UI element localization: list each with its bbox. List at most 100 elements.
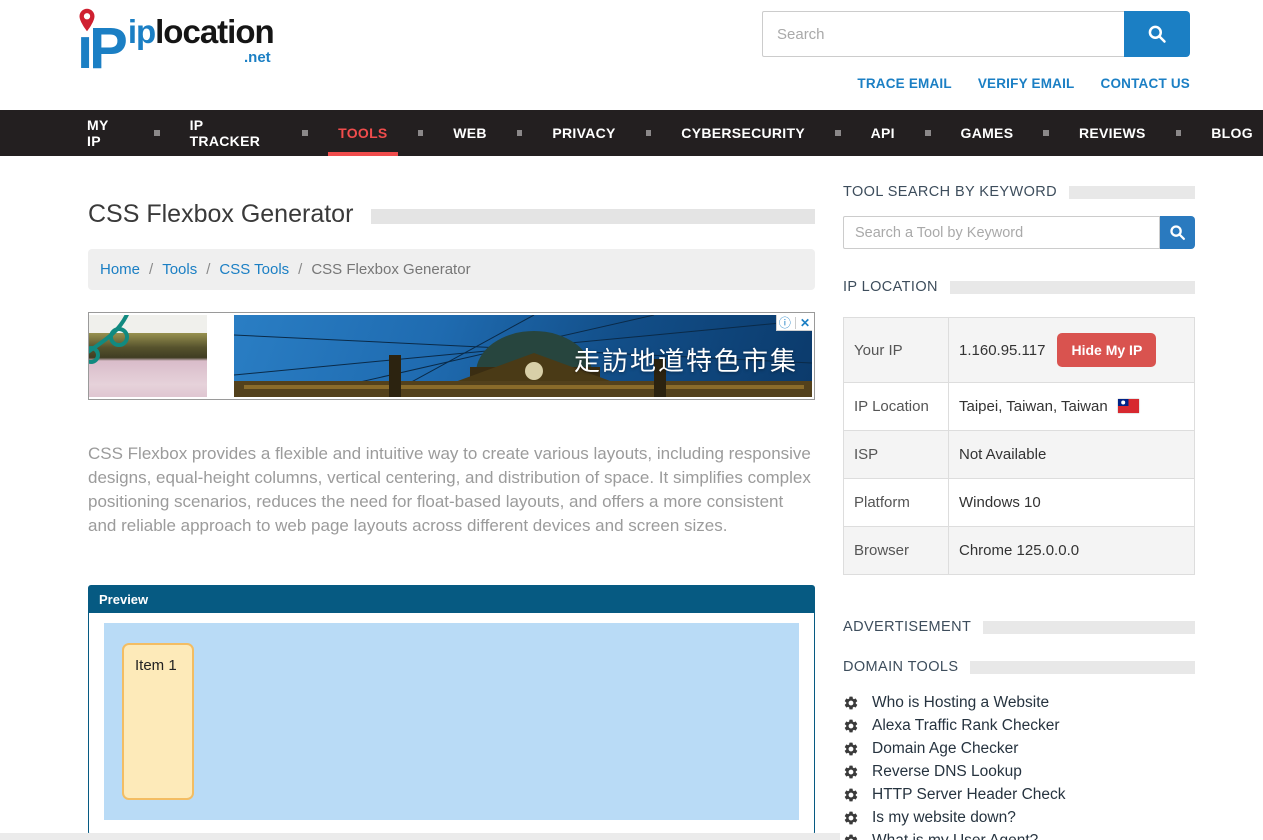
- table-row-platform: Platform Windows 10: [844, 479, 1195, 527]
- nav-separator: [925, 130, 931, 136]
- isp-value: Not Available: [949, 431, 1195, 479]
- nav-separator: [1176, 130, 1182, 136]
- nav-separator: [835, 130, 841, 136]
- map-pin-icon: [78, 8, 96, 32]
- intro-paragraph: CSS Flexbox provides a flexible and intu…: [88, 442, 815, 539]
- ad-route-graphic: [89, 315, 207, 397]
- ip-location-heading-text: IP LOCATION: [843, 279, 938, 295]
- breadcrumb-css-tools[interactable]: CSS Tools: [219, 261, 289, 278]
- adchoices-badge: ⓘ ✕: [776, 315, 812, 331]
- list-item: Who is Hosting a Website: [843, 691, 1195, 714]
- advertisement-heading-text: ADVERTISEMENT: [843, 619, 971, 635]
- row-label: Platform: [844, 479, 949, 527]
- taiwan-flag-icon: [1118, 399, 1139, 413]
- tool-search-heading: TOOL SEARCH BY KEYWORD: [843, 184, 1195, 200]
- gear-icon: [843, 833, 859, 840]
- table-row-browser: Browser Chrome 125.0.0.0: [844, 527, 1195, 575]
- header-search-button[interactable]: [1124, 11, 1190, 57]
- ad-banner[interactable]: 走訪地道特色市集 ⓘ ✕: [88, 312, 815, 400]
- trace-email-link[interactable]: TRACE EMAIL: [857, 76, 951, 91]
- ip-location-heading: IP LOCATION: [843, 279, 1195, 295]
- nav-item-games[interactable]: GAMES: [951, 110, 1024, 156]
- flexbox-preview-item[interactable]: Item 1: [122, 643, 194, 800]
- hide-my-ip-button[interactable]: Hide My IP: [1057, 333, 1156, 367]
- heading-decorative-bar: [970, 661, 1195, 674]
- page: ıP iplocation .net TRACE EMAIL VERIFY EM…: [0, 0, 1263, 840]
- ad-left-image: [89, 315, 207, 397]
- gear-icon: [843, 695, 859, 711]
- logo-ip: ip: [128, 13, 155, 50]
- logo-text: iplocation .net: [128, 15, 274, 66]
- breadcrumb: Home / Tools / CSS Tools / CSS Flexbox G…: [88, 249, 815, 290]
- breadcrumb-separator: /: [298, 261, 302, 278]
- nav-item-reviews[interactable]: REVIEWS: [1069, 110, 1156, 156]
- domain-tools-list: Who is Hosting a Website Alexa Traffic R…: [843, 691, 1195, 840]
- tool-search-input[interactable]: [843, 216, 1160, 249]
- title-decorative-bar: [371, 209, 815, 224]
- header-search-input[interactable]: [762, 11, 1124, 57]
- nav-item-blog[interactable]: BLOG: [1201, 110, 1263, 156]
- flexbox-preview-container: Item 1: [104, 623, 799, 820]
- verify-email-link[interactable]: VERIFY EMAIL: [978, 76, 1075, 91]
- nav-separator: [418, 130, 424, 136]
- nav-item-privacy[interactable]: PRIVACY: [542, 110, 625, 156]
- nav-separator: [646, 130, 652, 136]
- nav-item-tools[interactable]: TOOLS: [328, 110, 397, 156]
- heading-decorative-bar: [1069, 186, 1195, 199]
- list-item: Reverse DNS Lookup: [843, 760, 1195, 783]
- nav-item-my-ip[interactable]: MY IP: [77, 110, 134, 156]
- table-row-ip-location: IP Location Taipei, Taiwan, Taiwan: [844, 383, 1195, 431]
- domain-tools-heading-text: DOMAIN TOOLS: [843, 659, 958, 675]
- list-item: Domain Age Checker: [843, 737, 1195, 760]
- adchoices-info-icon[interactable]: ⓘ: [779, 317, 791, 329]
- ip-location-value: Taipei, Taiwan, Taiwan: [959, 398, 1108, 415]
- header-quick-links: TRACE EMAIL VERIFY EMAIL CONTACT US: [857, 76, 1190, 91]
- header-search: [762, 11, 1190, 57]
- nav-separator: [154, 130, 160, 136]
- site-logo[interactable]: ıP iplocation .net: [77, 8, 274, 78]
- table-row-your-ip: Your IP 1.160.95.117 Hide My IP: [844, 318, 1195, 383]
- nav-item-api[interactable]: API: [861, 110, 905, 156]
- logo-tld: .net: [128, 49, 274, 66]
- gear-icon: [843, 810, 859, 826]
- breadcrumb-home[interactable]: Home: [100, 261, 140, 278]
- domain-tool-link-http-header[interactable]: HTTP Server Header Check: [872, 786, 1066, 804]
- list-item: HTTP Server Header Check: [843, 783, 1195, 806]
- breadcrumb-current: CSS Flexbox Generator: [311, 261, 470, 278]
- row-label: Browser: [844, 527, 949, 575]
- content: CSS Flexbox Generator Home / Tools / CSS…: [88, 156, 1195, 840]
- preview-panel: Preview Item 1: [88, 585, 815, 835]
- nav-item-ip-tracker[interactable]: IP TRACKER: [180, 110, 283, 156]
- gear-icon: [843, 764, 859, 780]
- domain-tool-link-alexa[interactable]: Alexa Traffic Rank Checker: [872, 717, 1060, 735]
- domain-tools-heading: DOMAIN TOOLS: [843, 659, 1195, 675]
- nav-item-cybersecurity[interactable]: CYBERSECURITY: [671, 110, 815, 156]
- main-nav: MY IP IP TRACKER TOOLS WEB PRIVACY CYBER…: [0, 110, 1263, 156]
- title-row: CSS Flexbox Generator: [88, 200, 815, 229]
- tool-search: [843, 216, 1195, 249]
- nav-item-web[interactable]: WEB: [443, 110, 497, 156]
- advertisement-heading: ADVERTISEMENT: [843, 619, 1195, 635]
- list-item: Is my website down?: [843, 806, 1195, 829]
- ad-headline: 走訪地道特色市集: [574, 341, 798, 378]
- breadcrumb-tools[interactable]: Tools: [162, 261, 197, 278]
- breadcrumb-separator: /: [206, 261, 210, 278]
- heading-decorative-bar: [983, 621, 1195, 634]
- preview-panel-header: Preview: [89, 586, 814, 613]
- domain-tool-link-user-agent[interactable]: What is my User Agent?: [872, 832, 1038, 840]
- contact-us-link[interactable]: CONTACT US: [1101, 76, 1191, 91]
- heading-decorative-bar: [950, 281, 1195, 294]
- tool-search-button[interactable]: [1160, 216, 1195, 249]
- domain-tool-link-domain-age[interactable]: Domain Age Checker: [872, 740, 1018, 758]
- row-label: Your IP: [844, 318, 949, 383]
- your-ip-value: 1.160.95.117: [959, 342, 1045, 359]
- page-bottom-strip: [0, 833, 840, 840]
- nav-separator: [1043, 130, 1049, 136]
- gear-icon: [843, 741, 859, 757]
- ad-close-icon[interactable]: ✕: [795, 317, 810, 329]
- domain-tool-link-website-down[interactable]: Is my website down?: [872, 809, 1016, 827]
- platform-value: Windows 10: [949, 479, 1195, 527]
- domain-tool-link-reverse-dns[interactable]: Reverse DNS Lookup: [872, 763, 1022, 781]
- domain-tool-link-hosting[interactable]: Who is Hosting a Website: [872, 694, 1049, 712]
- main-column: CSS Flexbox Generator Home / Tools / CSS…: [88, 156, 815, 840]
